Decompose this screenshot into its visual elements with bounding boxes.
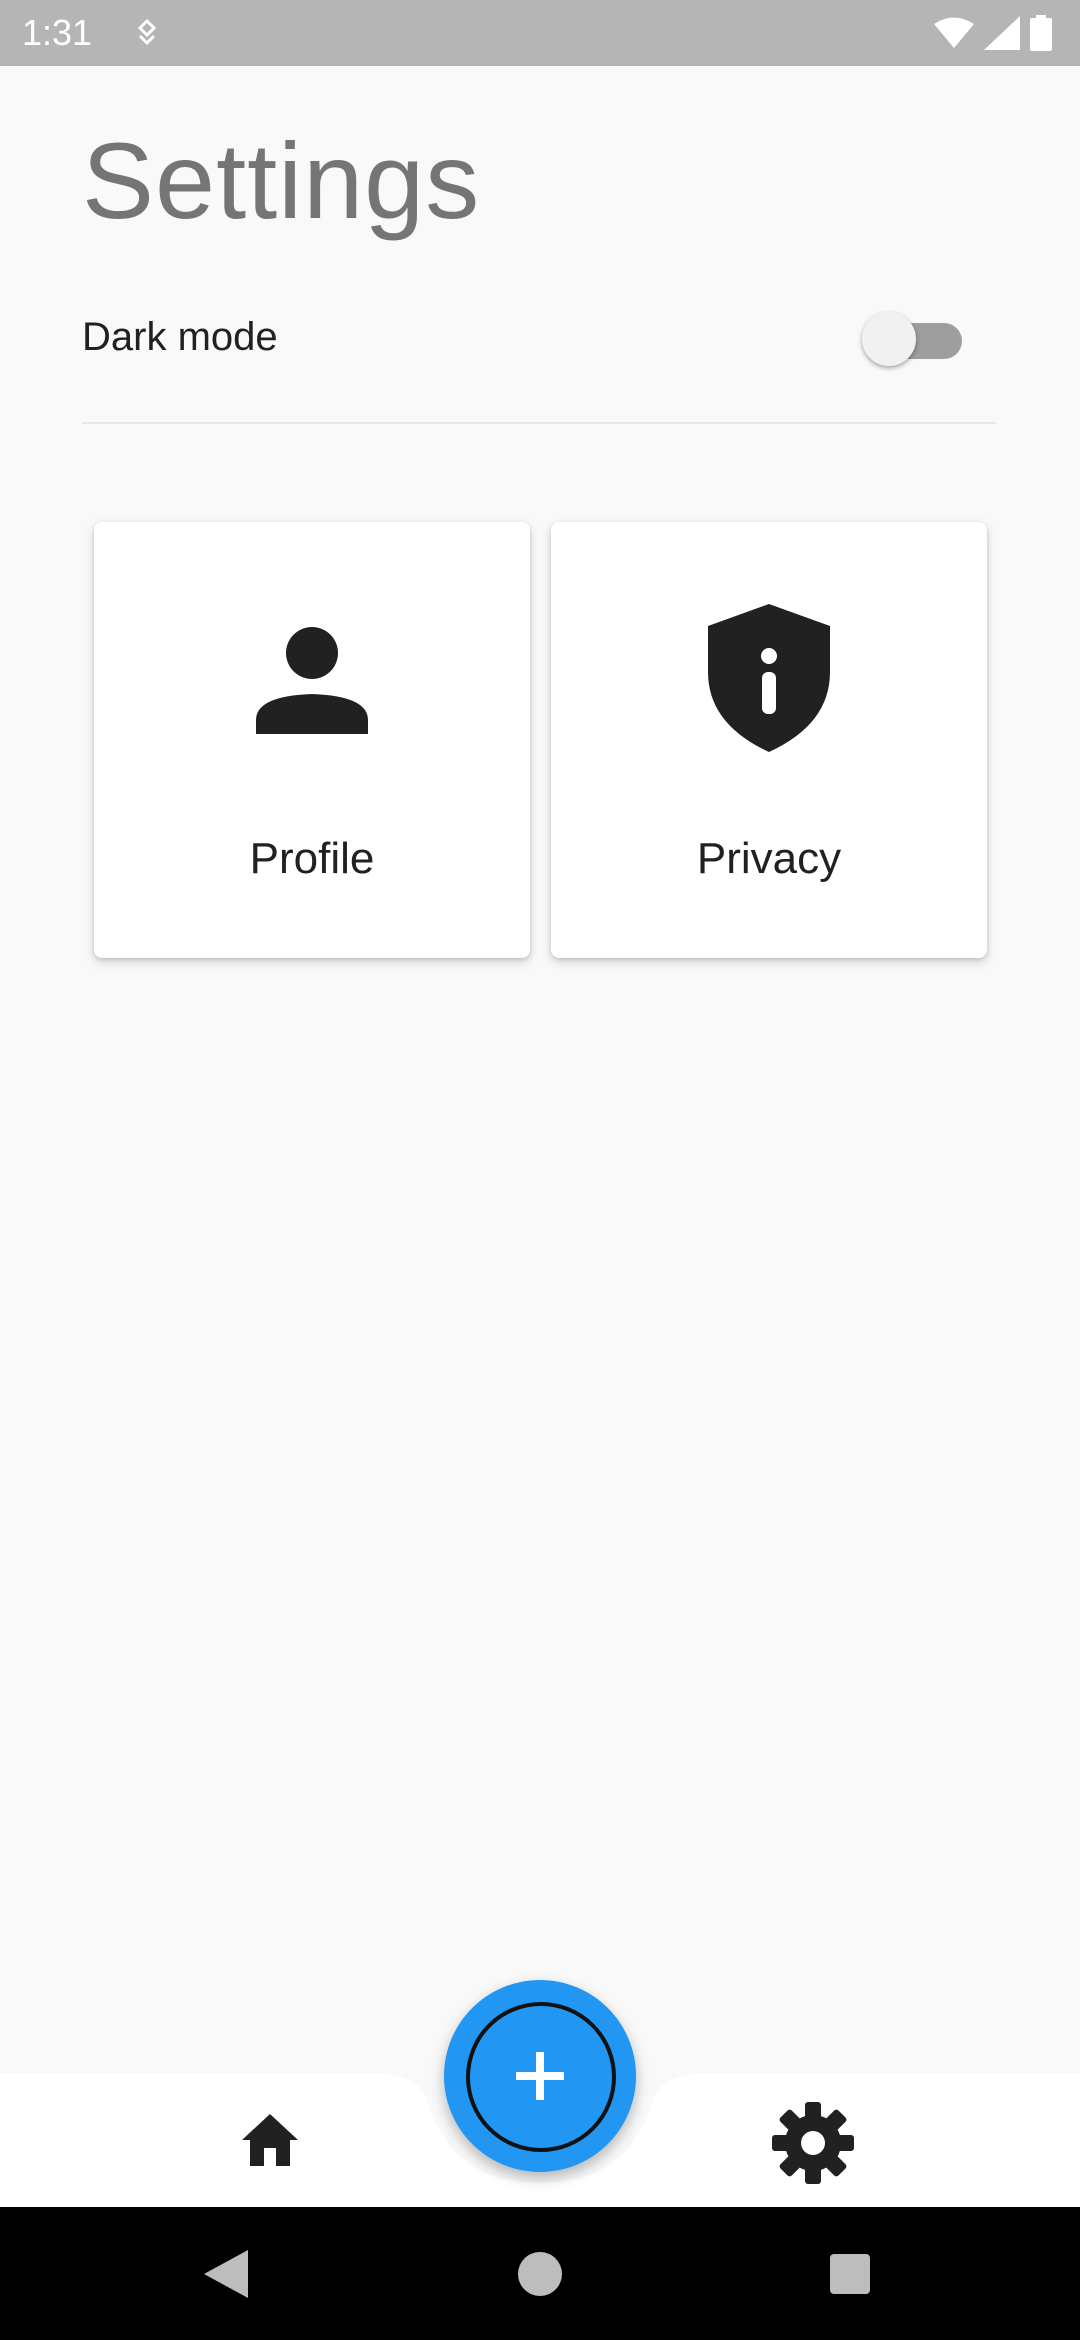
battery-icon	[1030, 15, 1052, 51]
back-icon[interactable]	[204, 2250, 248, 2298]
status-time: 1:31	[22, 12, 93, 53]
wifi-icon	[934, 17, 974, 48]
home-circle-icon[interactable]	[518, 2252, 562, 2296]
profile-card-label: Profile	[249, 834, 375, 883]
shield-info-icon	[708, 604, 830, 752]
cell-signal-icon	[984, 16, 1020, 50]
toggle-thumb	[862, 312, 916, 366]
profile-card[interactable]: Profile	[94, 522, 530, 958]
page-title: Settings	[82, 120, 481, 241]
home-icon[interactable]	[240, 2112, 300, 2168]
person-icon	[256, 627, 368, 734]
dark-mode-toggle[interactable]	[862, 306, 966, 368]
plus-icon	[516, 2052, 564, 2100]
privacy-card-label: Privacy	[696, 834, 842, 883]
privacy-card[interactable]: Privacy	[551, 522, 987, 958]
status-icons	[934, 14, 1052, 52]
settings-gear-icon[interactable]	[772, 2102, 854, 2184]
divider	[82, 422, 996, 424]
notification-icon	[137, 18, 157, 46]
recents-square-icon[interactable]	[830, 2254, 870, 2294]
status-bar: 1:31	[0, 0, 1080, 66]
dark-mode-label: Dark mode	[82, 315, 278, 359]
add-fab-button[interactable]	[444, 1980, 636, 2172]
